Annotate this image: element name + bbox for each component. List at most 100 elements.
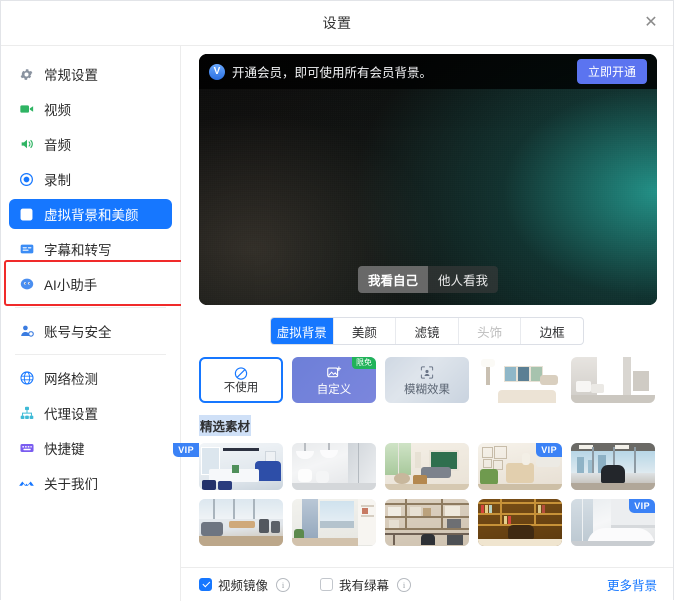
view-mode-toggle: 我看自己 他人看我 [357, 266, 499, 293]
sidebar-item-label: 常规设置 [44, 68, 98, 83]
background-gallery: VIP VIP VIP [173, 443, 673, 546]
bg-living-room-green-window[interactable] [385, 443, 469, 490]
ai-assistant-icon [18, 276, 35, 293]
vip-v-icon: V [209, 63, 225, 80]
sidebar-item-about[interactable]: 关于我们 [9, 468, 172, 498]
sidebar-item-label: 字幕和转写 [44, 243, 112, 258]
close-icon[interactable]: ✕ [639, 11, 663, 35]
user-shield-icon [18, 323, 35, 340]
sidebar-item-ai-assistant[interactable]: AI小助手 [9, 269, 172, 299]
thumbnail-art [478, 499, 562, 546]
sidebar-item-recording[interactable]: 录制 [9, 164, 172, 194]
more-backgrounds-link[interactable]: 更多背景 [607, 575, 657, 594]
effect-tabs: 虚拟背景 美颜 滤镜 头饰 边框 [270, 317, 584, 345]
bg-meeting-room-blue-chairs[interactable] [199, 443, 283, 490]
effect-label: 不使用 [223, 382, 259, 394]
checkbox-box[interactable] [199, 578, 212, 591]
bg-wooden-library-office[interactable] [478, 499, 562, 546]
sidebar-item-label: 代理设置 [44, 407, 98, 422]
green-screen-label: 我有绿幕 [339, 579, 390, 593]
activate-membership-button[interactable]: 立即开通 [576, 59, 647, 84]
sidebar-item-label: 关于我们 [44, 477, 98, 492]
settings-window: 设置 ✕ 常规设置 视频 音频 录制 虚拟背景和美颜 字幕和转写 AI小助手 账… [0, 0, 674, 601]
sidebar-item-label: 账号与安全 [44, 325, 112, 340]
effect-custom[interactable]: 限免 自定义 [292, 357, 376, 403]
membership-banner-text: 开通会员，即可使用所有会员背景。 [232, 66, 433, 80]
speaker-icon [18, 136, 35, 153]
sidebar-item-proxy-settings[interactable]: 代理设置 [9, 398, 172, 428]
sidebar-item-label: 虚拟背景和美颜 [44, 208, 139, 223]
vip-badge: VIP [629, 499, 655, 514]
tab-border[interactable]: 边框 [521, 318, 583, 344]
thumbnail-art [385, 443, 469, 490]
vip-badge: VIP [173, 443, 199, 458]
sidebar-item-label: 快捷键 [44, 442, 85, 457]
bottom-bar: 视频镜像 i 我有绿幕 i 更多背景 [181, 567, 673, 601]
sidebar: 常规设置 视频 音频 录制 虚拟背景和美颜 字幕和转写 AI小助手 账号与安全 … [1, 46, 186, 601]
keyboard-icon [18, 440, 35, 457]
sidebar-divider-1 [15, 307, 166, 308]
view-others-option[interactable]: 他人看我 [428, 266, 498, 293]
bg-study-bookshelf-desk[interactable] [385, 499, 469, 546]
sidebar-item-audio[interactable]: 音频 [9, 129, 172, 159]
vip-badge: VIP [536, 443, 562, 458]
video-camera-icon [18, 101, 35, 118]
tab-virtual-background[interactable]: 虚拟背景 [271, 318, 334, 344]
bg-modern-open-office[interactable] [199, 499, 283, 546]
thumbnail-art [571, 443, 655, 490]
gallery-row: VIP [199, 499, 655, 546]
page-title: 设置 [322, 15, 352, 31]
thumbnail-art [199, 443, 283, 490]
video-mirror-info-icon[interactable]: i [276, 577, 291, 592]
window-body: 常规设置 视频 音频 录制 虚拟背景和美颜 字幕和转写 AI小助手 账号与安全 … [1, 46, 673, 601]
content-pane: V 开通会员，即可使用所有会员背景。 立即开通 我看自己 他人看我 虚拟背景 美… [173, 46, 673, 601]
tab-headwear: 头饰 [459, 318, 522, 344]
sidebar-item-video[interactable]: 视频 [9, 94, 172, 124]
view-self-option[interactable]: 我看自己 [357, 266, 428, 293]
checkbox-box[interactable] [320, 578, 334, 591]
effect-thumb-bedroom-white[interactable] [571, 357, 655, 403]
sidebar-item-captions[interactable]: 字幕和转写 [9, 234, 172, 264]
sidebar-item-label: 网络检测 [44, 372, 98, 387]
effect-options-row: 不使用 限免 自定义 模糊效果 [181, 357, 673, 403]
effect-label: 自定义 [316, 384, 352, 396]
gear-icon [18, 66, 35, 83]
sidebar-item-shortcuts[interactable]: 快捷键 [9, 433, 172, 463]
sidebar-item-label: 视频 [44, 103, 71, 118]
tab-filter[interactable]: 滤镜 [396, 318, 459, 344]
bg-white-meeting-table[interactable]: VIP [571, 499, 655, 546]
thumbnail-art [385, 499, 469, 546]
bg-bedroom-curtain-window[interactable] [292, 499, 376, 546]
bg-office-city-window-chair[interactable] [571, 443, 655, 490]
record-icon [18, 171, 35, 188]
sidebar-item-general[interactable]: 常规设置 [9, 59, 172, 89]
tab-beauty[interactable]: 美颜 [334, 318, 397, 344]
effect-blur[interactable]: 模糊效果 [385, 357, 469, 403]
green-screen-info-icon[interactable]: i [397, 577, 412, 592]
sidebar-item-label: AI小助手 [44, 278, 98, 293]
bg-white-dining-pendant-lights[interactable] [292, 443, 376, 490]
effect-thumb-livingroom-lamp[interactable] [478, 357, 562, 403]
person-card-icon [18, 206, 35, 223]
effect-none[interactable]: 不使用 [199, 357, 283, 403]
section-title: 精选素材 [199, 415, 252, 436]
caption-icon [18, 241, 35, 258]
green-screen-checkbox[interactable]: 我有绿幕 [320, 575, 389, 594]
membership-banner: V 开通会员，即可使用所有会员背景。 立即开通 [199, 54, 657, 89]
video-mirror-checkbox[interactable]: 视频镜像 [199, 575, 268, 594]
thumbnail-art [292, 443, 376, 490]
sidebar-item-account-security[interactable]: 账号与安全 [9, 316, 172, 346]
video-preview: V 开通会员，即可使用所有会员背景。 立即开通 我看自己 他人看我 [199, 54, 657, 305]
globe-icon [18, 370, 35, 387]
effect-label: 模糊效果 [404, 384, 450, 396]
logo-icon [18, 475, 35, 492]
sidebar-divider-2 [15, 354, 166, 355]
title-bar: 设置 ✕ [1, 1, 673, 46]
bg-living-room-green-sofa[interactable]: VIP [478, 443, 562, 490]
sidebar-item-network-test[interactable]: 网络检测 [9, 363, 172, 393]
thumbnail-art [199, 499, 283, 546]
sidebar-item-virtual-background[interactable]: 虚拟背景和美颜 [9, 199, 172, 229]
sidebar-item-label: 录制 [44, 173, 71, 188]
limited-free-badge: 限免 [352, 357, 376, 370]
thumbnail-art [292, 499, 376, 546]
